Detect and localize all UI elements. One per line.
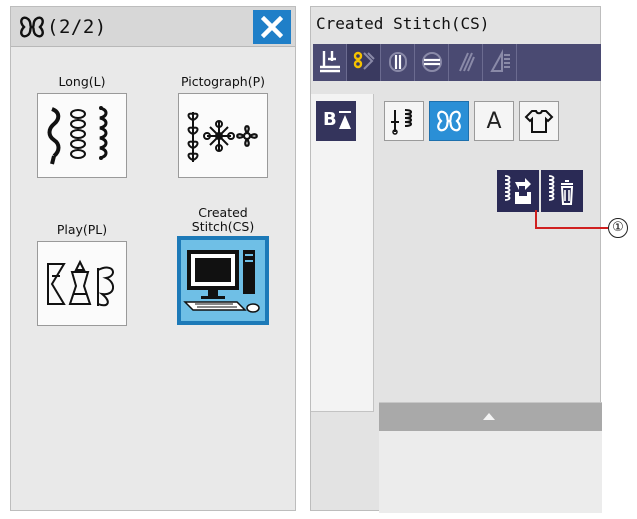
type-alphabet[interactable]: A	[474, 101, 514, 141]
callout-number: ①	[608, 218, 628, 238]
page-indicator: (2/2)	[47, 16, 107, 38]
stitch-list-area	[379, 402, 602, 513]
scroll-up-button[interactable]	[379, 403, 602, 431]
tool-quilt-stitch[interactable]	[449, 44, 483, 81]
open-stitch-file-icon	[504, 175, 531, 204]
tool-utility-stitch[interactable]	[313, 44, 347, 81]
delete-stitch-file-button[interactable]	[541, 170, 583, 212]
mode-toggle-label: B	[323, 109, 337, 130]
open-stitch-file-button[interactable]	[497, 170, 539, 212]
mode-column: B	[311, 94, 374, 412]
buttonhole-icon	[389, 52, 407, 72]
decorative-stitch-icon	[437, 110, 461, 132]
category-created-stitch[interactable]: Created Stitch(CS)	[177, 205, 269, 325]
panel-title: Created Stitch(CS)	[316, 14, 490, 33]
play-stitch-icon	[37, 241, 127, 326]
category-label: Pictograph(P)	[180, 74, 266, 89]
decorative-stitch-icon	[17, 13, 47, 41]
type-decorative-stitch[interactable]	[429, 101, 469, 141]
quilt-stitch-icon	[459, 52, 475, 72]
long-stitch-icon	[37, 93, 127, 178]
stitch-pattern-icon	[391, 109, 412, 135]
tool-buttonhole[interactable]	[381, 44, 415, 81]
tool-satin-stitch[interactable]	[415, 44, 449, 81]
stitch-type-toolbar	[313, 44, 601, 81]
stitch-category-panel: (2/2) Long(L) Pictograph(P) Play(PL) Cre…	[10, 6, 296, 511]
mode-toggle-button[interactable]: B	[316, 101, 356, 141]
delete-stitch-file-icon	[548, 175, 574, 205]
category-play[interactable]: Play(PL)	[37, 222, 127, 326]
category-long[interactable]: Long(L)	[37, 74, 127, 178]
category-label: Play(PL)	[56, 222, 108, 237]
alphabet-icon: A	[486, 108, 502, 134]
type-stitch-pattern[interactable]	[384, 101, 424, 141]
close-icon	[261, 16, 283, 38]
created-stitch-panel: Created Stitch(CS) B A	[310, 6, 602, 513]
pictograph-stitch-icon	[178, 93, 268, 178]
satin-stitch-icon	[422, 52, 442, 72]
category-header: (2/2)	[11, 7, 295, 47]
category-label: Created Stitch(CS)	[191, 205, 255, 234]
close-button[interactable]	[253, 10, 291, 44]
tool-applique-stitch[interactable]	[483, 44, 517, 81]
category-pictograph[interactable]: Pictograph(P)	[178, 74, 268, 178]
utility-stitch-icon	[320, 51, 340, 73]
arrow-down-icon	[339, 111, 351, 129]
shirt-icon	[524, 110, 554, 133]
callout-leader-horizontal	[535, 227, 608, 229]
applique-stitch-icon	[490, 49, 510, 72]
tool-decorative-stitch[interactable]	[347, 44, 381, 81]
category-label: Long(L)	[58, 74, 106, 89]
scroll-up-icon	[483, 413, 495, 420]
computer-icon	[177, 236, 269, 325]
decorative-stitch-icon	[353, 51, 375, 70]
type-applique[interactable]	[519, 101, 559, 141]
